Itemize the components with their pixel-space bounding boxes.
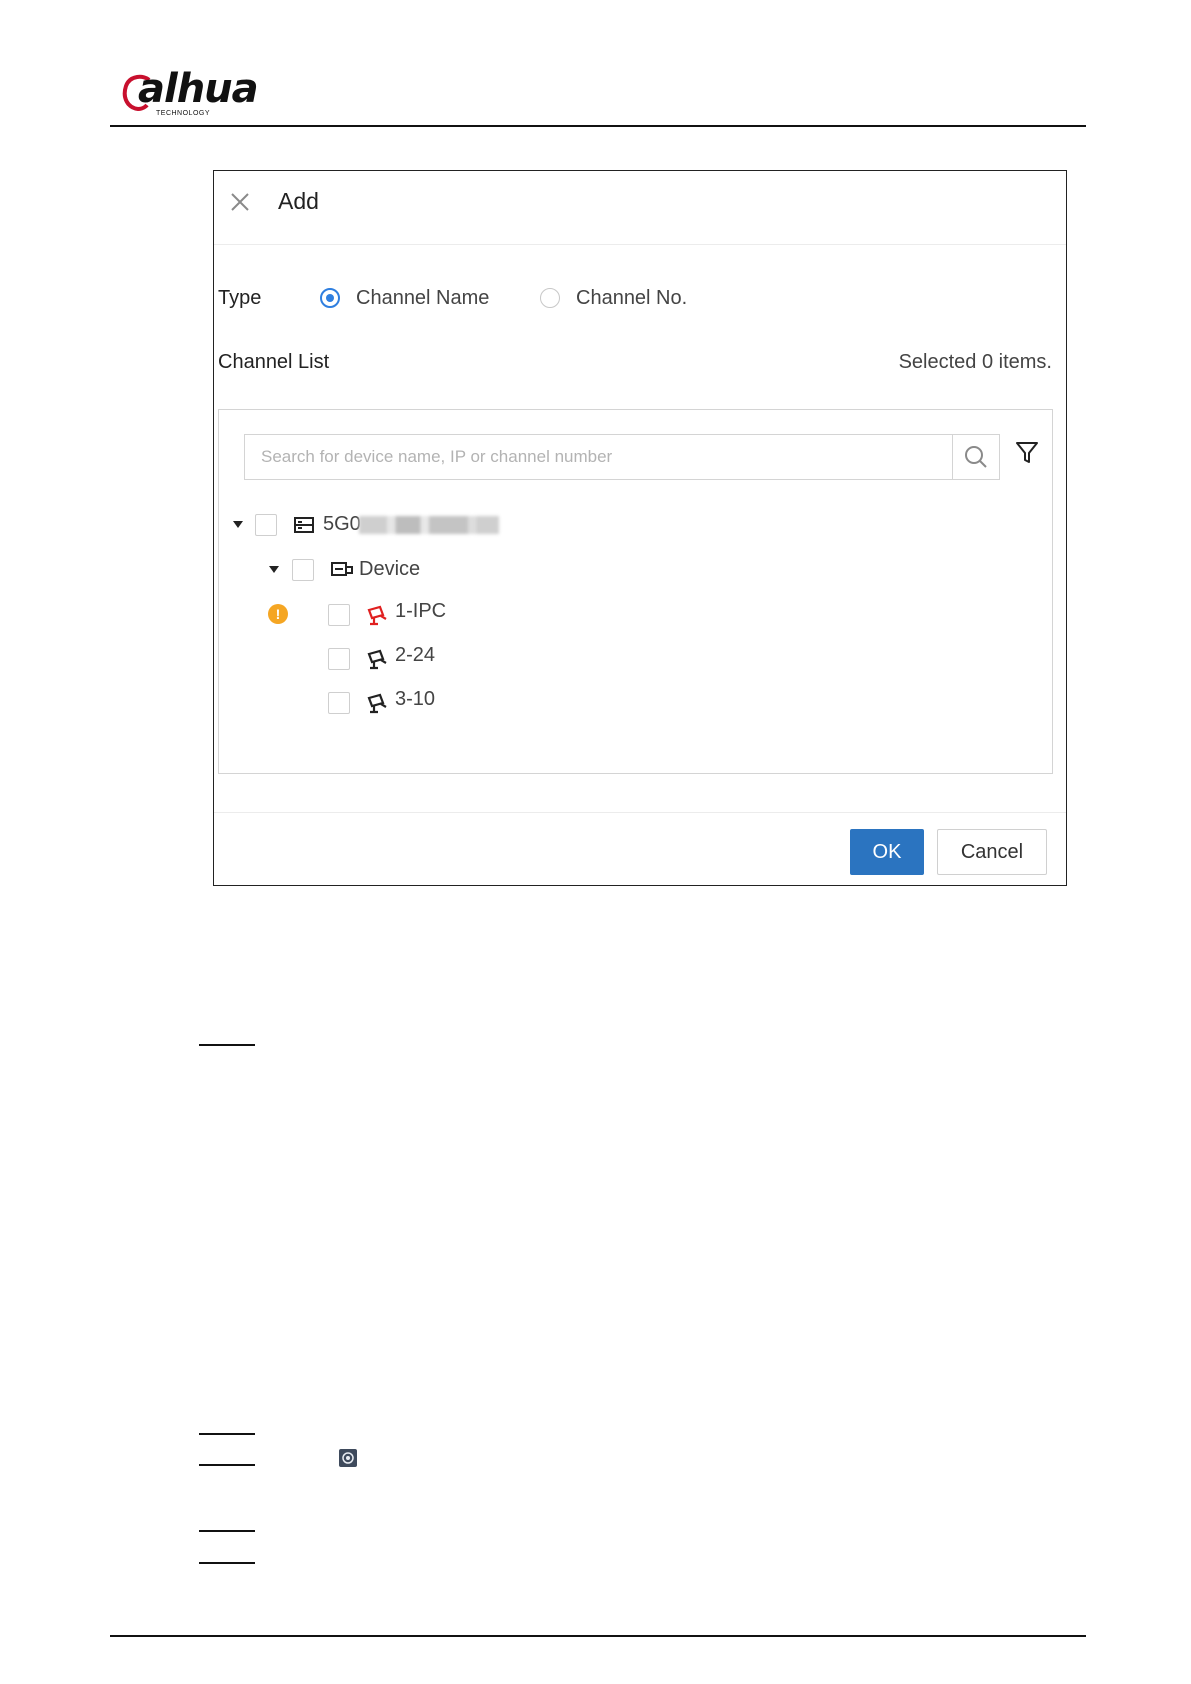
radio-channel-no[interactable] [540,288,560,308]
channel-2-label[interactable]: 2-24 [395,644,435,667]
channel-2-checkbox[interactable] [328,648,350,670]
device-icon [331,562,353,576]
settings-gear-icon [339,1449,357,1467]
step-marker [199,1433,255,1435]
add-dialog: Add Type Channel Name Channel No. Channe… [213,170,1067,886]
channel-3-checkbox[interactable] [328,692,350,714]
radio-channel-no-label[interactable]: Channel No. [576,287,687,310]
type-label: Type [218,287,262,309]
channel-3-label[interactable]: 3-10 [395,688,435,711]
step-marker [199,1530,255,1532]
logo-wordmark: alhua [138,66,259,112]
step-marker [199,1464,255,1466]
search-box [244,434,1000,480]
step-marker [199,1044,255,1046]
step-marker [199,1562,255,1564]
channel-list-label: Channel List [218,351,330,373]
expand-device-toggle[interactable] [269,566,279,573]
camera-offline-icon [367,605,387,626]
footer-divider-line [110,1635,1086,1637]
device-checkbox[interactable] [292,559,314,581]
dahua-logo: alhua TECHNOLOGY [122,66,262,120]
nvr-icon [294,517,314,533]
redacted-name [359,516,499,534]
dialog-title: Add [278,188,319,214]
camera-icon [367,693,387,714]
header-divider [110,125,1086,127]
warning-icon: ! [268,604,288,624]
search-icon [965,446,987,468]
filter-icon[interactable] [1014,440,1040,466]
search-input[interactable] [245,435,945,479]
device-node-label[interactable]: Device [359,558,420,581]
footer-divider [214,812,1066,813]
ok-button[interactable]: OK [850,829,924,875]
title-divider [214,244,1066,245]
channel-1-label[interactable]: 1-IPC [395,600,446,623]
cancel-button[interactable]: Cancel [937,829,1047,875]
camera-icon [367,649,387,670]
selected-count: Selected 0 items. [898,351,1052,373]
root-node-label[interactable]: 5G0 [323,513,361,536]
radio-channel-name[interactable] [320,288,340,308]
radio-channel-name-label[interactable]: Channel Name [356,287,489,310]
close-icon[interactable] [229,191,251,213]
channel-tree-panel: 5G0 Device ! 1-IPC 2-24 3-10 [218,409,1053,774]
logo-subtext: TECHNOLOGY [156,110,211,117]
expand-root-toggle[interactable] [233,521,243,528]
channel-1-checkbox[interactable] [328,604,350,626]
root-checkbox[interactable] [255,514,277,536]
search-button[interactable] [952,435,999,479]
